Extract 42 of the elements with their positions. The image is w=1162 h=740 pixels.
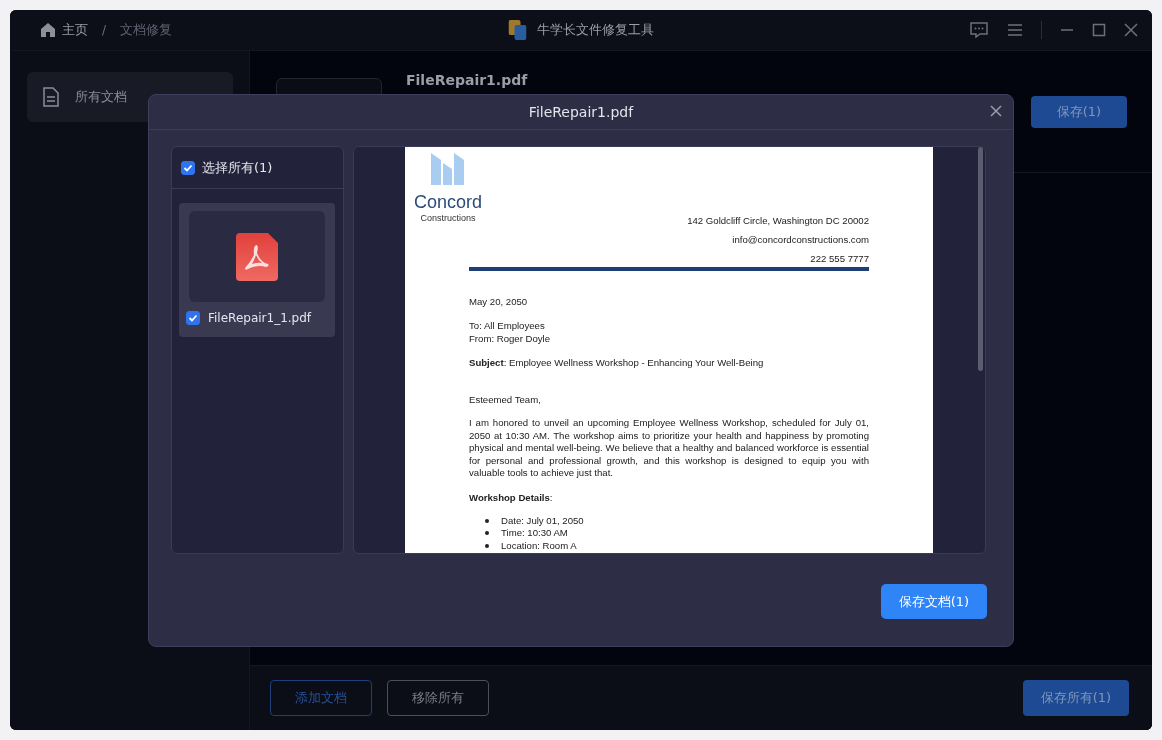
letter-paragraph: I am honored to unveil an upcoming Employee Wellness Workshop, scheduled for July 01, 2050 at 10:30 AM. The workshop aims to prioritize your health and happiness by promoting physical and mental well-being. We believe that a healthy and balanced workforce is essential for personal and professional growth, and this workshop is designed to equip you with valuable tools to achieve just that. bbox=[469, 417, 869, 480]
letter-subject: Subject: Employee Wellness Workshop - Enhancing Your Well-Being bbox=[469, 356, 765, 369]
file-tile[interactable]: FileRepair1_1.pdf bbox=[179, 203, 335, 337]
select-all-checkbox[interactable] bbox=[181, 160, 195, 175]
letter-recipient: To: All Employees bbox=[469, 319, 546, 332]
document-icon bbox=[43, 87, 59, 107]
maximize-icon[interactable] bbox=[1092, 23, 1106, 37]
feedback-icon[interactable] bbox=[969, 21, 989, 39]
breadcrumb-separator: / bbox=[102, 23, 107, 37]
app-logo-icon bbox=[508, 20, 527, 40]
close-icon[interactable] bbox=[1124, 23, 1138, 37]
list-item: Time: 10:30 AM bbox=[501, 527, 568, 540]
letter-date: May 20, 2050 bbox=[469, 295, 529, 308]
dialog-title: FileRepair1.pdf bbox=[528, 104, 634, 120]
close-icon[interactable] bbox=[990, 105, 1002, 117]
file-name: FileRepair1_1.pdf bbox=[208, 311, 312, 325]
home-link[interactable]: 主页 bbox=[62, 21, 88, 39]
logo-name: Concord bbox=[413, 193, 482, 211]
pdf-icon bbox=[236, 232, 278, 281]
file-checkbox[interactable] bbox=[186, 311, 200, 325]
checkmark-icon bbox=[188, 313, 198, 323]
home-icon[interactable] bbox=[40, 22, 56, 38]
checkmark-icon bbox=[183, 162, 193, 173]
save-all-button[interactable]: 保存所有(1) bbox=[1023, 680, 1129, 716]
letter-greeting: Esteemed Team, bbox=[469, 393, 542, 406]
letter-sender: From: Roger Doyle bbox=[469, 332, 552, 345]
app-title: 牛学长文件修复工具 bbox=[536, 21, 654, 39]
file-name: FileRepair1.pdf bbox=[406, 72, 528, 88]
section-heading: Workshop Details: bbox=[469, 490, 554, 504]
select-all-label[interactable]: 选择所有(1) bbox=[202, 158, 273, 177]
contact-line: 222 555 7777 bbox=[809, 252, 869, 266]
remove-all-button[interactable]: 移除所有 bbox=[387, 680, 489, 716]
save-button[interactable]: 保存(1) bbox=[1031, 96, 1127, 128]
save-document-button[interactable]: 保存文档(1) bbox=[881, 584, 987, 619]
menu-icon[interactable] bbox=[1007, 23, 1023, 37]
scrollbar[interactable] bbox=[978, 147, 983, 371]
list-item: Location: Room A bbox=[501, 539, 577, 552]
breadcrumb-current: 文档修复 bbox=[120, 21, 173, 39]
list-item: Date: July 01, 2050 bbox=[501, 514, 584, 527]
building-logo-icon bbox=[431, 153, 465, 185]
contact-line: info@concordconstructions.com bbox=[731, 233, 869, 247]
logo-subtitle: Constructions bbox=[419, 212, 477, 225]
